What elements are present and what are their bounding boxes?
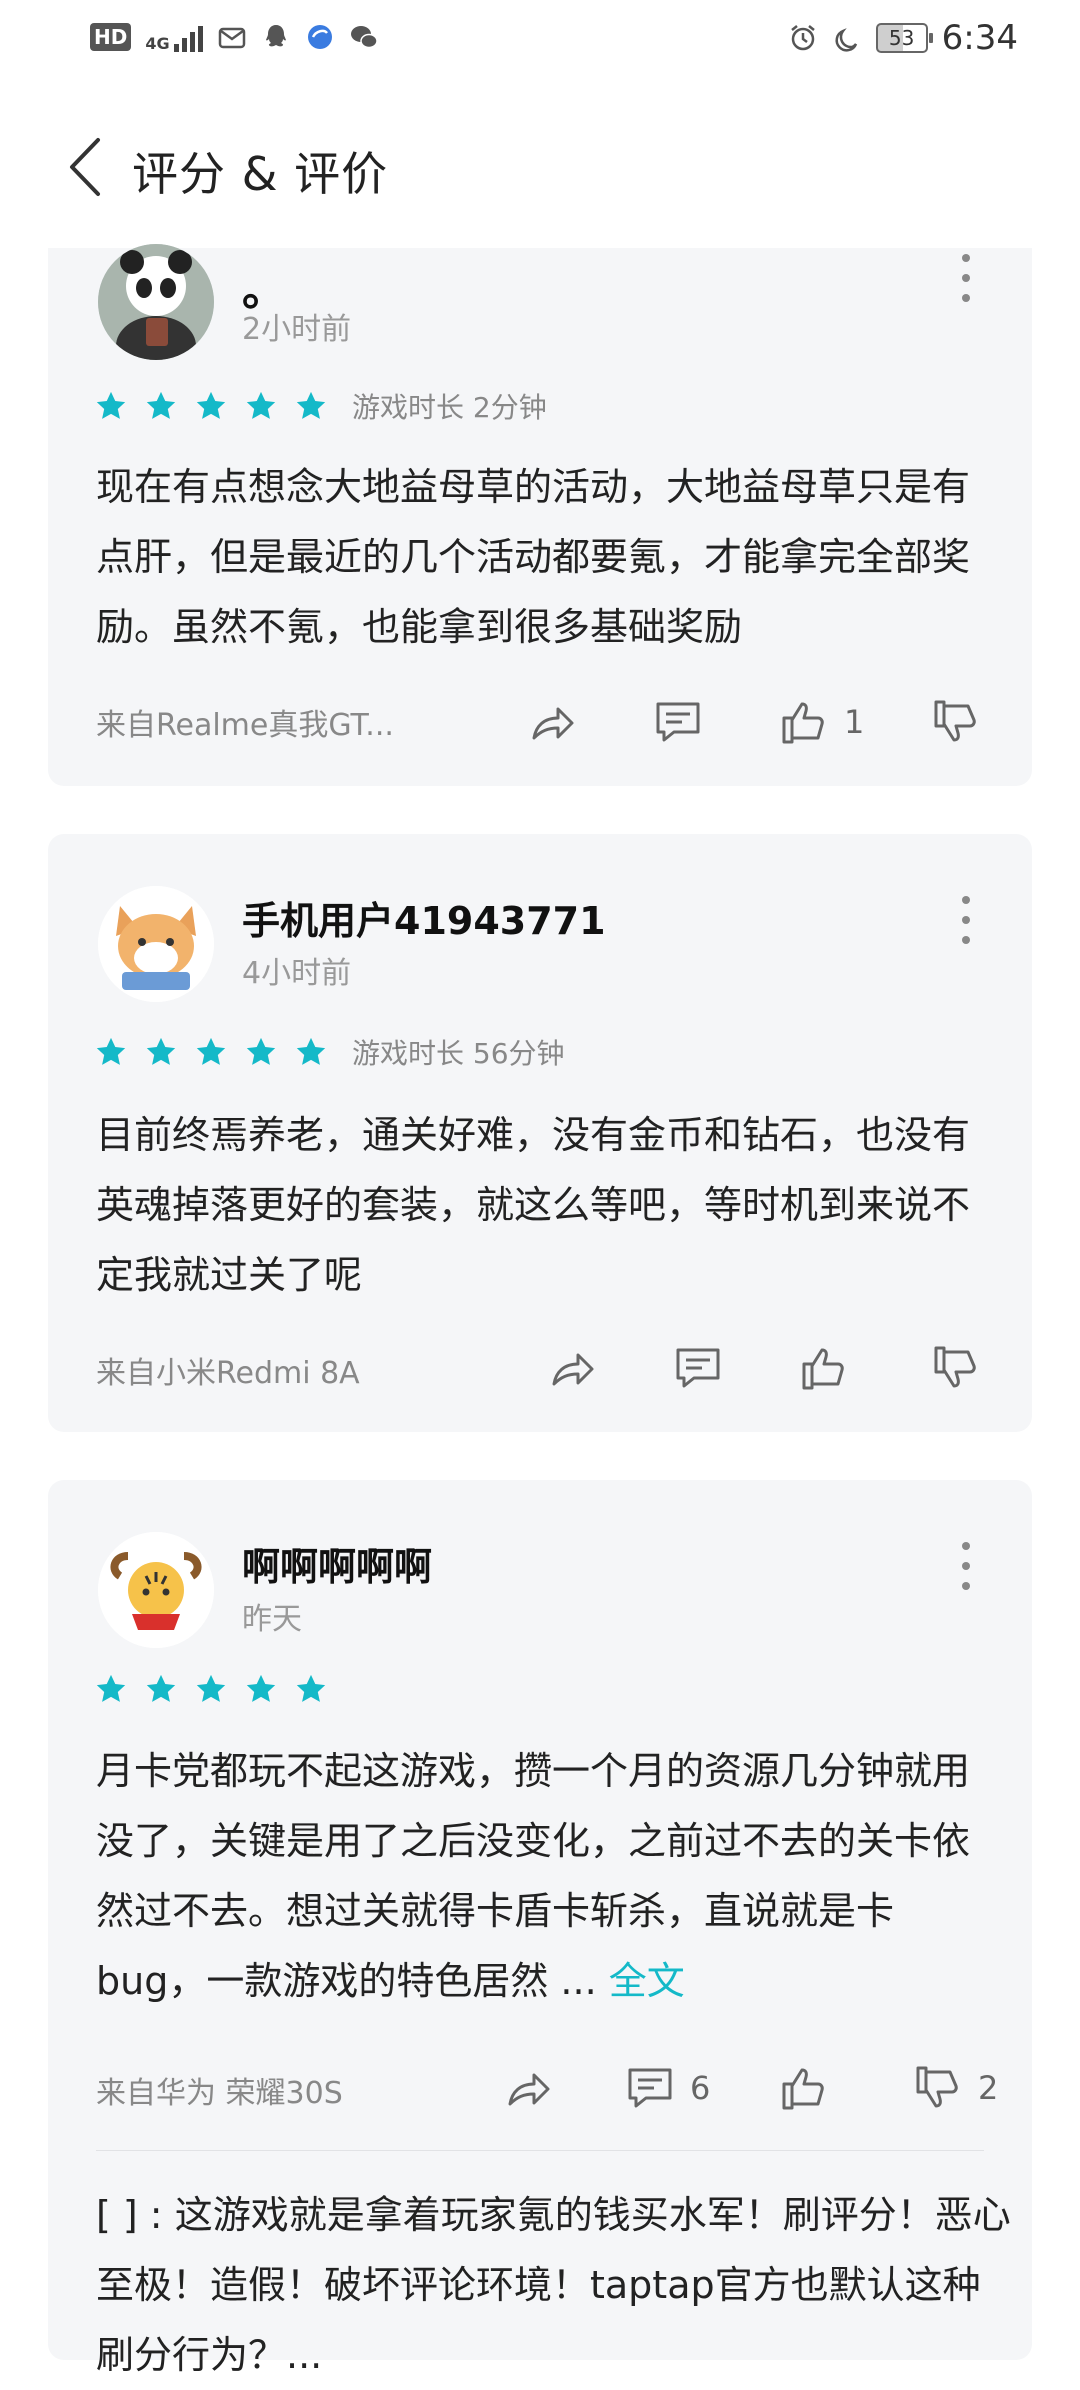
comment-icon [628, 2068, 672, 2108]
rating-stars: 游戏时长 56分钟 [94, 1032, 565, 1072]
play-time: 游戏时长 2分钟 [352, 391, 547, 424]
review-card: 啊啊啊啊啊 昨天 月卡党都玩不起这游戏，攒一个月的资源几分钟就用没了，关键是用了… [48, 1480, 1032, 2377]
thumbs-up-icon [782, 702, 824, 744]
star-icon [146, 391, 176, 419]
like-button[interactable]: 1 [776, 694, 864, 750]
review-text[interactable]: 现在有点想念大地益母草的活动，大地益母草只是有点肝，但是最近的几个活动都要氪，才… [96, 452, 996, 662]
star-icon [96, 391, 126, 419]
star-icon [96, 1037, 126, 1065]
avatar[interactable] [98, 1532, 214, 1648]
more-options-icon[interactable] [958, 254, 974, 314]
star-icon [196, 391, 226, 419]
avatar[interactable] [98, 244, 214, 360]
dislike-count: 2 [978, 2069, 999, 2107]
username[interactable]: 手机用户41943771 [242, 890, 606, 945]
share-button[interactable] [544, 1340, 600, 1396]
comment-count: 6 [690, 2069, 711, 2107]
star-icon [146, 1037, 176, 1065]
star-icon [296, 1037, 326, 1065]
review-card: 。 2小时前 游戏时长 2分钟 现在有点想念大地益母草的活动，大地益母草只是有点… [48, 244, 1032, 786]
review-time: 4小时前 [242, 956, 352, 991]
page-title: 评分 & 评价 [132, 147, 389, 201]
mail-icon [218, 27, 245, 49]
review-card: 手机用户41943771 4小时前 游戏时长 56分钟 目前终焉养老，通关好难，… [48, 834, 1032, 1432]
star-icon [96, 1674, 126, 1702]
clock: 6:34 [941, 18, 1018, 58]
thumbs-up-icon [782, 2068, 824, 2110]
thumbs-down-icon [916, 2066, 958, 2108]
comment-icon [676, 1348, 720, 1388]
dislike-button[interactable]: 2 [910, 2060, 998, 2116]
device-label: 来自华为 荣耀30S [96, 2076, 343, 2111]
reply-preview[interactable]: [ ] : 这游戏就是拿着玩家氪的钱买水军！刷评分！恶心至极！造假！破坏评论环境… [96, 2180, 1016, 2390]
qq-icon [265, 25, 286, 47]
review-text[interactable]: 月卡党都玩不起这游戏，攒一个月的资源几分钟就用没了，关键是用了之后没变化，之前过… [96, 1736, 996, 2016]
thumbs-up-icon [802, 1348, 844, 1390]
username[interactable]: 啊啊啊啊啊 [242, 1536, 432, 1591]
dislike-button[interactable] [928, 694, 996, 750]
share-icon [508, 2073, 550, 2106]
back-arrow-icon[interactable] [60, 132, 110, 202]
star-icon [146, 1674, 176, 1702]
divider [96, 2150, 984, 2151]
comment-button[interactable] [670, 1340, 738, 1396]
review-time: 昨天 [242, 1602, 302, 1637]
device-label: 来自Realme真我GT... [96, 708, 394, 743]
moon-icon [835, 28, 857, 52]
browser-icon [307, 25, 332, 49]
star-icon [296, 391, 326, 419]
review-text[interactable]: 目前终焉养老，通关好难，没有金币和钻石，也没有英魂掉落更好的套装，就这么等吧，等… [96, 1100, 996, 1310]
share-icon [552, 1353, 594, 1386]
battery-icon: 53 [875, 23, 933, 53]
wechat-icon [350, 26, 378, 49]
more-options-icon[interactable] [958, 896, 974, 956]
status-left-icons: HD 4G [90, 22, 379, 52]
alarm-icon [790, 25, 815, 51]
star-icon [296, 1674, 326, 1702]
play-time: 游戏时长 56分钟 [352, 1037, 565, 1070]
read-more-link[interactable]: 全文 [609, 1959, 685, 2003]
star-icon [246, 1037, 276, 1065]
status-right: 53 6:34 [788, 18, 1018, 58]
comment-button[interactable]: 6 [622, 2060, 710, 2116]
star-icon [246, 1674, 276, 1702]
star-icon [196, 1037, 226, 1065]
star-icon [196, 1674, 226, 1702]
like-button[interactable] [776, 2060, 844, 2116]
rating-stars: 游戏时长 2分钟 [94, 386, 547, 426]
review-time: 2小时前 [242, 312, 352, 347]
rating-stars [94, 1672, 328, 1706]
share-button[interactable] [524, 694, 580, 750]
comment-button[interactable] [650, 694, 718, 750]
avatar[interactable] [98, 886, 214, 1002]
more-options-icon[interactable] [958, 1542, 974, 1602]
comment-icon [656, 702, 700, 742]
device-label: 来自小米Redmi 8A [96, 1356, 360, 1391]
thumbs-down-icon [934, 1346, 976, 1388]
app-header: 评分 & 评价 [0, 100, 1080, 230]
panda-avatar-image [98, 244, 214, 360]
4g-signal-icon: 4G [145, 22, 203, 52]
like-count: 1 [844, 703, 865, 741]
dislike-button[interactable] [928, 1340, 996, 1396]
thumbs-down-icon [934, 700, 976, 742]
share-icon [532, 707, 574, 740]
share-button[interactable] [500, 2060, 556, 2116]
hd-icon: HD [90, 23, 132, 51]
status-bar: HD 4G 53 6:34 [0, 0, 1080, 80]
tiger-avatar-image [98, 1532, 214, 1648]
shiba-avatar-image [98, 886, 214, 1002]
like-button[interactable] [796, 1340, 864, 1396]
star-icon [246, 391, 276, 419]
